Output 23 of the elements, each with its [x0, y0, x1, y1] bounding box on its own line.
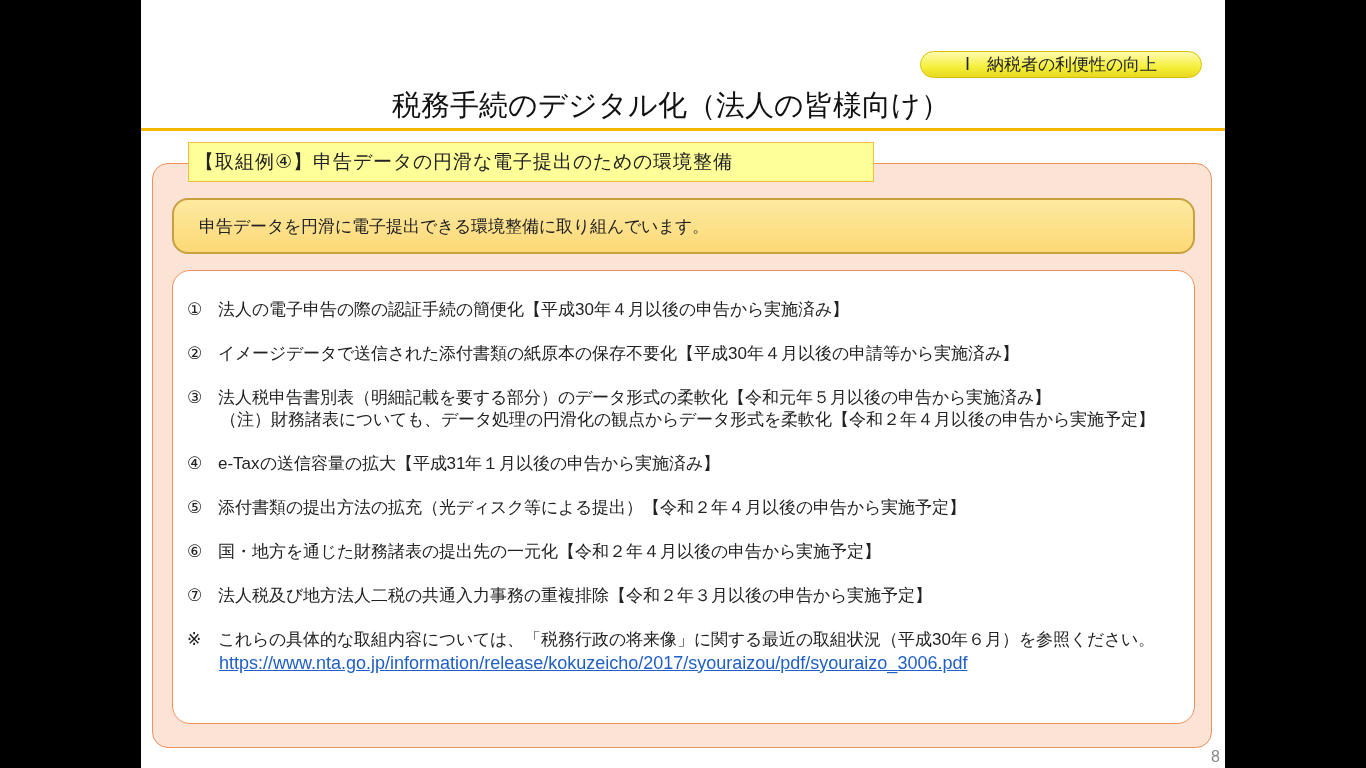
item-text: e-Taxの送信容量の拡大【平成31年１月以後の申告から実施済み】 — [218, 453, 721, 475]
item-text: 国・地方を通じた財務諸表の提出先の一元化【令和２年４月以後の申告から実施予定】 — [218, 541, 881, 563]
footnote-text: これらの具体的な取組内容については、「税務行政の将来像」に関する最近の取組状況（平成30年６月）を参照ください。 — [218, 629, 1155, 651]
example-heading: 【取組例④】申告データの円滑な電子提出のための環境整備 — [188, 142, 874, 182]
summary-banner: 申告データを円滑に電子提出できる環境整備に取り組んでいます。 — [172, 198, 1195, 254]
page-number: 8 — [1211, 748, 1220, 766]
item-number: ① — [187, 299, 204, 320]
item-text: イメージデータで送信された添付書類の紙原本の保存不要化【平成30年４月以後の申請等から実施済み】 — [218, 343, 1019, 365]
reference-link[interactable]: https://www.nta.go.jp/information/release/kokuzeicho/2017/syouraizou/pdf/syouraizo_3006.pdf — [219, 651, 1194, 675]
slide-title: 税務手続のデジタル化（法人の皆様向け） — [392, 88, 950, 123]
item-number: ④ — [187, 453, 204, 474]
item-note: （注）財務諸表についても、データ処理の円滑化の観点からデータ形式を柔軟化【令和２年４月以後の申告から実施予定】 — [220, 409, 1156, 431]
item-number: ② — [187, 343, 204, 364]
footnote-mark: ※ — [187, 629, 203, 650]
item-text: 法人税及び地方法人二税の共通入力事務の重複排除【令和２年３月以後の申告から実施予定】 — [218, 585, 932, 607]
item-text: 添付書類の提出方法の拡充（光ディスク等による提出）【令和２年４月以後の申告から実施予定】 — [218, 497, 966, 519]
item-text: 法人の電子申告の際の認証手続の簡便化【平成30年４月以後の申告から実施済み】 — [218, 299, 849, 321]
section-badge: Ⅰ 納税者の利便性の向上 — [920, 51, 1202, 78]
item-number: ③ — [187, 387, 204, 408]
item-text: 法人税申告書別表（明細記載を要する部分）のデータ形式の柔軟化【令和元年５月以後の申告から実施済み】 — [218, 387, 1051, 409]
item-number: ⑤ — [187, 497, 204, 518]
item-number: ⑦ — [187, 585, 204, 606]
item-number: ⑥ — [187, 541, 204, 562]
